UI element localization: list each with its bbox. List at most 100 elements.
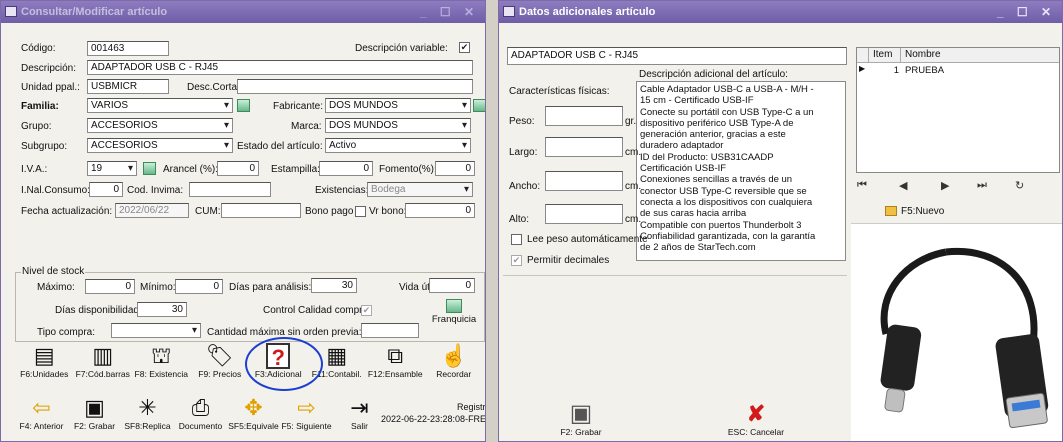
row-pointer-icon: ▶ [859,64,866,73]
alto-field[interactable] [545,204,623,224]
window-controls[interactable]: _ ☐ ✕ [997,5,1056,19]
inal-consumo-field[interactable]: 0 [89,182,123,197]
cum-field[interactable] [221,203,301,218]
last-record-icon[interactable]: ⏭ [977,179,987,192]
stock-label: Nivel de stock [21,266,86,278]
familia-add-icon[interactable] [237,99,250,112]
tipo-compra-select[interactable] [111,323,201,338]
toolbar-label: Recordar [436,369,472,379]
dias-analisis-field[interactable]: 30 [311,278,357,293]
invima-field[interactable] [189,182,271,197]
product-image [851,223,1062,441]
descripcion-label: Descripción: [21,63,77,74]
pointer-hand-button[interactable]: ☝ Recordar [425,343,484,379]
price-tag-icon: 🏷 [205,343,234,368]
lee-peso-label: Lee peso automáticamente [527,234,648,245]
arancel-field[interactable]: 0 [217,161,259,176]
codigo-field[interactable]: 001463 [87,41,169,56]
grabar-button[interactable]: ▣ F2: Grabar [541,401,621,438]
vida-util-field[interactable]: 0 [429,278,475,293]
subgrupo-select[interactable]: ACCESORIOS [87,138,233,153]
dias-disp-field[interactable]: 30 [137,302,187,317]
fabricante-select[interactable]: DOS MUNDOS [325,98,471,113]
prev-record-icon[interactable]: ◀ [899,179,907,192]
items-grid[interactable]: Item Nombre ▶ 1 PRUEBA [856,47,1060,173]
iva-label: I.V.A.: [21,164,48,175]
price-tag-button[interactable]: 🏷 F9: Precios [191,343,250,379]
ancho-label: Ancho: [509,181,541,192]
permitir-decimales-checkbox[interactable]: ✔ [511,255,522,266]
fabricante-add-icon[interactable] [473,99,485,112]
grabar-label: F2: Grabar [560,427,602,437]
titlebar[interactable]: Consultar/Modificar artículo _ ☐ ✕ [1,1,485,23]
maximo-field[interactable]: 0 [85,279,135,294]
largo-field[interactable] [545,137,623,157]
next-record-icon[interactable]: ▶ [941,179,949,192]
control-calidad-label: Control Calidad compra [263,305,369,316]
exit-icon: ⇥ [350,395,369,420]
save-button[interactable]: ▣ F2: Grabar [68,395,121,431]
peso-field[interactable] [545,106,623,126]
arrow-left-button[interactable]: ⇦ F4: Anterior [15,395,68,431]
toolbar-label: Documento [178,421,223,431]
table-row[interactable]: ▶ 1 PRUEBA [857,64,1059,78]
descripcion-field[interactable]: ADAPTADOR USB C - RJ45 [87,60,473,75]
exit-button[interactable]: ⇥ Salir [333,395,386,431]
titlebar-active[interactable]: Datos adicionales artículo _ ☐ ✕ [499,1,1062,23]
iva-add-icon[interactable] [143,162,156,175]
caracteristicas-label: Características físicas: [509,86,610,97]
calculator-button[interactable]: ▤ F6:Unidades [15,343,74,379]
save-icon: ▣ [84,395,105,420]
estampilla-field[interactable]: 0 [319,161,373,176]
existencias-label: Existencias: [315,185,369,196]
estado-select[interactable]: Activo [325,138,471,153]
assemble-button[interactable]: ⧉ F12:Ensamble [366,343,425,379]
franquicia-button[interactable]: Franquicia [423,299,485,325]
grid-header-nombre[interactable]: Nombre [905,48,941,62]
arrow-right-button[interactable]: ⇨ F5: Siguiente [280,395,333,431]
desc-adicional-memo[interactable]: Cable Adaptador USB-C a USB-A - M/H - 15… [636,81,846,261]
maximo-label: Máximo: [37,282,75,293]
codigo-label: Código: [21,43,56,54]
ancho-field[interactable] [545,171,623,191]
equivalent-button[interactable]: ✥ SF5:Equivale [227,395,280,431]
vr-bono-checkbox[interactable] [355,206,366,217]
nuevo-button[interactable]: F5:Nuevo [885,206,975,220]
fomento-field[interactable]: 0 [435,161,475,176]
consultar-articulo-window: Consultar/Modificar artículo _ ☐ ✕ Códig… [0,0,486,442]
barcode-button[interactable]: ▥ F7:Cód.barras [74,343,133,379]
app-icon [503,6,515,17]
desc-corta-field[interactable] [237,79,473,94]
first-record-icon[interactable]: ⏮ [857,179,867,192]
unidad-field[interactable]: USBMICR [87,79,169,94]
printer-button[interactable]: ⎙ Documento [174,395,227,431]
familia-select[interactable]: VARIOS [87,98,233,113]
grid-header-item[interactable]: Item [871,48,901,62]
desc-adicional-label: Descripción adicional del artículo: [639,69,788,80]
vr-bono-field[interactable]: 0 [405,203,475,218]
desc-variable-checkbox[interactable]: ✔ [459,42,470,53]
warehouse-button[interactable]: ⛫ F8: Existencia [132,343,191,379]
nombre-field[interactable]: ADAPTADOR USB C - RJ45 [507,47,847,65]
cancelar-button[interactable]: ✘ ESC: Cancelar [711,401,801,437]
toolbar-label: F9: Precios [198,369,242,379]
iva-select[interactable]: 19 [87,161,137,176]
control-calidad-checkbox[interactable]: ✔ [361,305,372,316]
grupo-select[interactable]: ACCESORIOS [87,118,233,133]
fecha-field[interactable]: 2022/06/22 [115,203,189,218]
window-controls[interactable]: _ ☐ ✕ [420,5,479,19]
toolbar-label: F12:Ensamble [367,369,423,379]
minimo-field[interactable]: 0 [175,279,223,294]
estampilla-label: Estampilla: [271,164,320,175]
marca-select[interactable]: DOS MUNDOS [325,118,471,133]
refresh-icon[interactable]: ↻ [1015,179,1024,192]
existencias-select[interactable]: Bodega [367,182,473,197]
replica-button[interactable]: ✳ SF8:Replica [121,395,174,431]
lee-peso-checkbox[interactable] [511,234,522,245]
unidad-label: Unidad ppal.: [21,82,80,93]
registro-value: 2022-06-22-23:28:08-FREDD [381,414,486,424]
cantidad-maxima-field[interactable] [361,323,419,338]
toolbar-label: F6:Unidades [20,369,69,379]
registro-label: Registr [457,402,486,412]
fecha-label: Fecha actualización: [21,206,113,217]
